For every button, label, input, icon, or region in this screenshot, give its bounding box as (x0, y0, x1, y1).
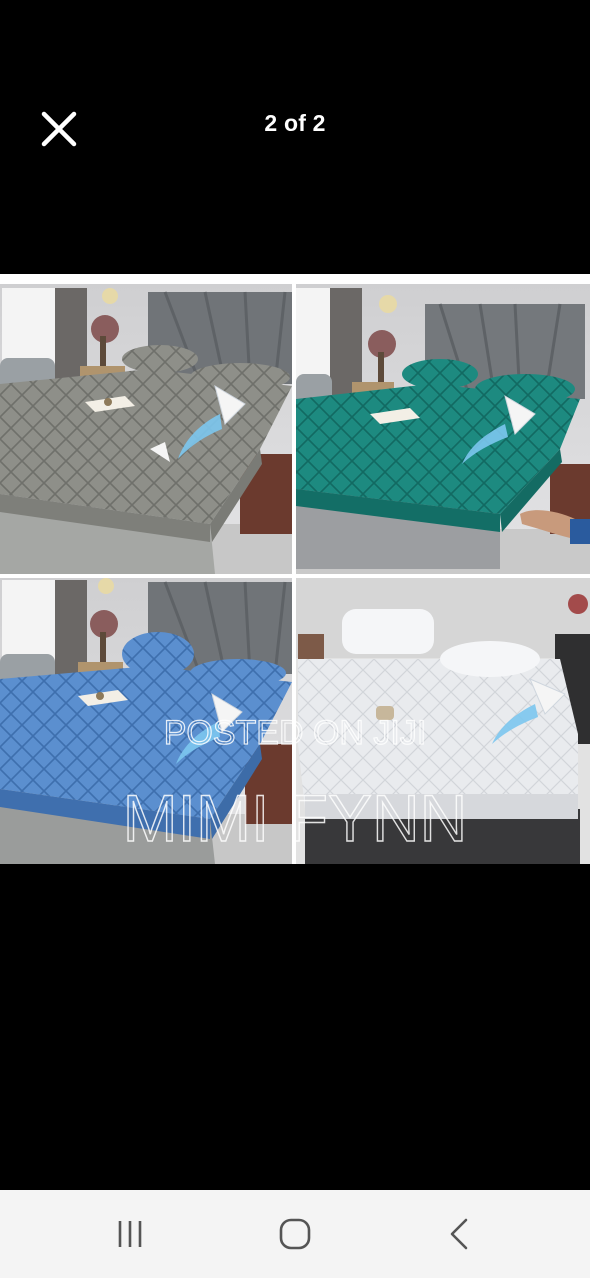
system-navigation-bar (0, 1190, 590, 1278)
home-icon (279, 1218, 311, 1250)
back-button[interactable] (425, 1204, 495, 1264)
viewer-header: 2 of 2 (0, 0, 590, 250)
recent-apps-button[interactable] (95, 1204, 165, 1264)
recent-apps-icon (118, 1221, 142, 1247)
watermark-seller-name: MIMI FYNN (123, 781, 468, 855)
image-viewer-screen: 2 of 2 POSTED ON JIJI MIMI FYNN (0, 0, 590, 1278)
panel-grey-mattress-protector (0, 284, 292, 574)
watermark-posted-on-jiji: POSTED ON JIJI (164, 714, 427, 752)
panel-teal-mattress-protector (296, 284, 590, 574)
home-button[interactable] (260, 1204, 330, 1264)
image-counter: 2 of 2 (264, 110, 326, 136)
back-icon (450, 1218, 468, 1250)
product-photo[interactable]: POSTED ON JIJI MIMI FYNN (0, 274, 590, 864)
